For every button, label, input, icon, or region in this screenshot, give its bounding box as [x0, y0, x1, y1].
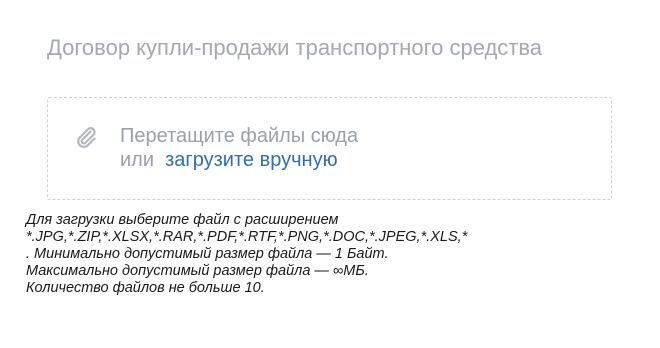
- hint-line: . Минимально допустимый размер файла — 1…: [26, 246, 389, 262]
- dropzone-text: Перетащите файлы сюда или загрузите вруч…: [120, 124, 358, 172]
- file-dropzone[interactable]: Перетащите файлы сюда или загрузите вруч…: [47, 97, 612, 200]
- upload-hint: Для загрузки выберите файл с расширением…: [26, 212, 660, 297]
- hint-line: Максимально допустимый размер файла — ∞М…: [26, 263, 369, 279]
- hint-line: Количество файлов не больше 10.: [26, 280, 265, 296]
- hint-line: Для загрузки выберите файл с расширением: [26, 212, 339, 228]
- or-text: или: [120, 149, 155, 171]
- upload-manually-link[interactable]: загрузите вручную: [165, 149, 337, 171]
- paperclip-icon: [77, 127, 96, 148]
- drag-here-text: Перетащите файлы сюда: [120, 125, 359, 147]
- upload-line: или загрузите вручную: [120, 148, 358, 172]
- hint-line: *.JPG,*.ZIP,*.XLSX,*.RAR,*.PDF,*.RTF,*.P…: [26, 229, 468, 245]
- document-title: Договор купли-продажи транспортного сред…: [47, 35, 543, 60]
